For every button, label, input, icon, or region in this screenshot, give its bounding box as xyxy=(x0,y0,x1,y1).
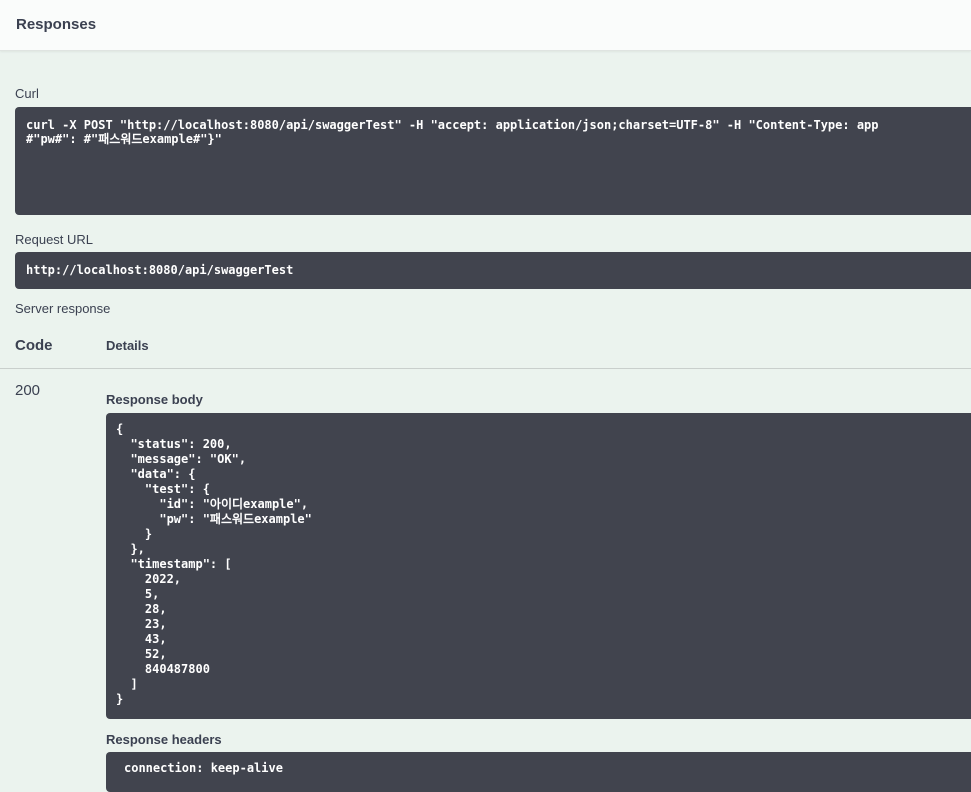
request-url-label: Request URL xyxy=(15,232,94,247)
response-headers-label: Response headers xyxy=(106,732,222,747)
request-url-box[interactable]: http://localhost:8080/api/swaggerTest xyxy=(15,252,971,289)
response-headers-box[interactable]: connection: keep-alive xyxy=(106,752,971,792)
curl-label: Curl xyxy=(15,86,39,101)
curl-command-box[interactable]: curl -X POST "http://localhost:8080/api/… xyxy=(15,107,971,215)
server-response-label: Server response xyxy=(15,301,111,316)
code-column-header: Code xyxy=(15,337,53,354)
response-status-code: 200 xyxy=(15,382,41,399)
responses-title: Responses xyxy=(16,16,97,33)
details-column-header: Details xyxy=(106,338,149,353)
table-divider xyxy=(0,368,971,369)
response-body-label: Response body xyxy=(106,392,203,407)
responses-header-bar: Responses xyxy=(0,0,971,51)
response-body-box[interactable]: { "status": 200, "message": "OK", "data"… xyxy=(106,413,971,719)
